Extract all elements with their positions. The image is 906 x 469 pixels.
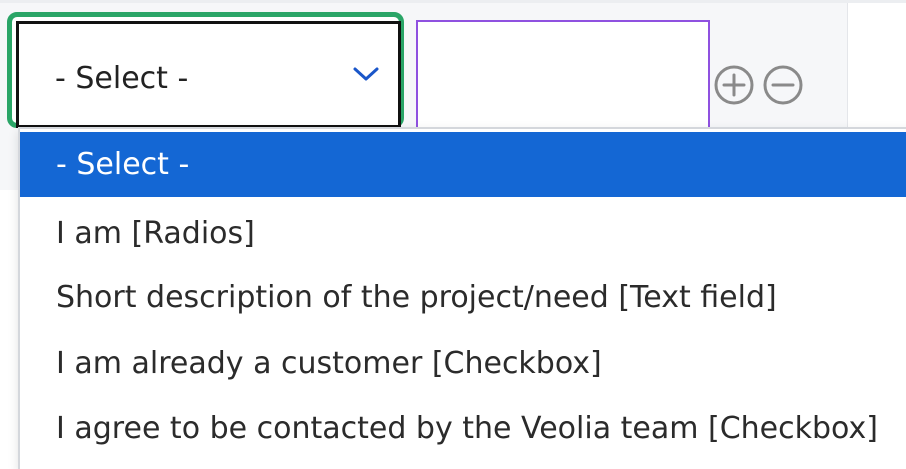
- dropdown-option-short-description[interactable]: Short description of the project/need [T…: [20, 265, 906, 330]
- dropdown-option-agree-contact[interactable]: I agree to be contacted by the Veolia te…: [20, 396, 906, 461]
- dropdown-option-already-customer[interactable]: I am already a customer [Checkbox]: [20, 331, 906, 396]
- select-value: - Select -: [55, 61, 189, 96]
- chevron-down-icon: [353, 67, 379, 81]
- top-border: [0, 0, 906, 3]
- field-select[interactable]: - Select -: [16, 21, 401, 128]
- plus-circle-icon[interactable]: [712, 63, 756, 107]
- minus-circle-icon[interactable]: [761, 63, 805, 107]
- select-dropdown-list: - Select - I am [Radios] Short descripti…: [18, 127, 906, 469]
- dropdown-option-i-am[interactable]: I am [Radios]: [20, 201, 906, 266]
- value-input[interactable]: [416, 20, 710, 131]
- dropdown-option-select-placeholder[interactable]: - Select -: [20, 132, 906, 197]
